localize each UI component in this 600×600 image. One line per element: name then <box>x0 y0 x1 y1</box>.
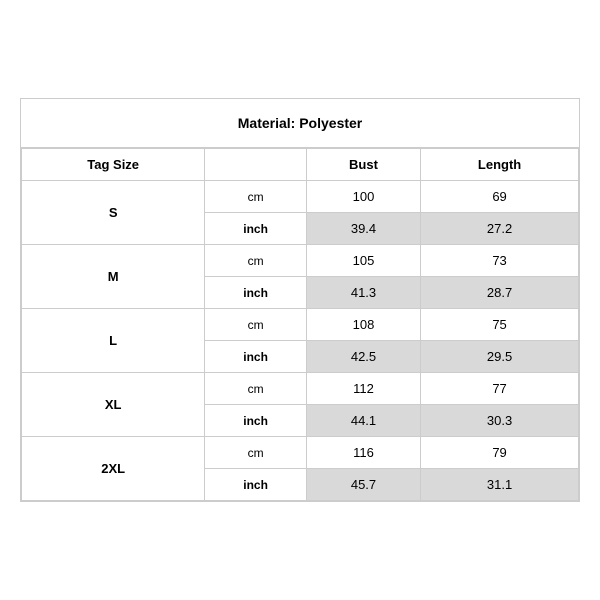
length-cm: 79 <box>421 437 579 469</box>
bust-cm: 116 <box>306 437 420 469</box>
bust-cm: 105 <box>306 245 420 277</box>
unit-inch: inch <box>205 469 307 501</box>
bust-cm: 108 <box>306 309 420 341</box>
unit-cm: cm <box>205 373 307 405</box>
length-inch: 27.2 <box>421 213 579 245</box>
length-inch: 31.1 <box>421 469 579 501</box>
chart-title: Material: Polyester <box>21 99 579 148</box>
bust-inch: 45.7 <box>306 469 420 501</box>
bust-inch: 41.3 <box>306 277 420 309</box>
length-inch: 29.5 <box>421 341 579 373</box>
length-inch: 28.7 <box>421 277 579 309</box>
bust-inch: 39.4 <box>306 213 420 245</box>
table-row: Mcm10573 <box>22 245 579 277</box>
table-row: XLcm11277 <box>22 373 579 405</box>
bust-cm: 100 <box>306 181 420 213</box>
header-tag-size: Tag Size <box>22 149 205 181</box>
unit-inch: inch <box>205 405 307 437</box>
header-length: Length <box>421 149 579 181</box>
bust-inch: 42.5 <box>306 341 420 373</box>
unit-inch: inch <box>205 277 307 309</box>
unit-inch: inch <box>205 341 307 373</box>
length-cm: 77 <box>421 373 579 405</box>
size-chart: Material: Polyester Tag Size Bust Length… <box>20 98 580 502</box>
unit-cm: cm <box>205 181 307 213</box>
bust-cm: 112 <box>306 373 420 405</box>
length-cm: 69 <box>421 181 579 213</box>
header-unit-col <box>205 149 307 181</box>
tag-size-cell: L <box>22 309 205 373</box>
header-bust: Bust <box>306 149 420 181</box>
unit-cm: cm <box>205 309 307 341</box>
unit-inch: inch <box>205 213 307 245</box>
length-cm: 75 <box>421 309 579 341</box>
table-row: Scm10069 <box>22 181 579 213</box>
length-cm: 73 <box>421 245 579 277</box>
size-table: Tag Size Bust Length Scm10069inch39.427.… <box>21 148 579 501</box>
table-row: Lcm10875 <box>22 309 579 341</box>
tag-size-cell: S <box>22 181 205 245</box>
table-row: 2XLcm11679 <box>22 437 579 469</box>
length-inch: 30.3 <box>421 405 579 437</box>
unit-cm: cm <box>205 245 307 277</box>
unit-cm: cm <box>205 437 307 469</box>
tag-size-cell: 2XL <box>22 437 205 501</box>
bust-inch: 44.1 <box>306 405 420 437</box>
tag-size-cell: M <box>22 245 205 309</box>
tag-size-cell: XL <box>22 373 205 437</box>
